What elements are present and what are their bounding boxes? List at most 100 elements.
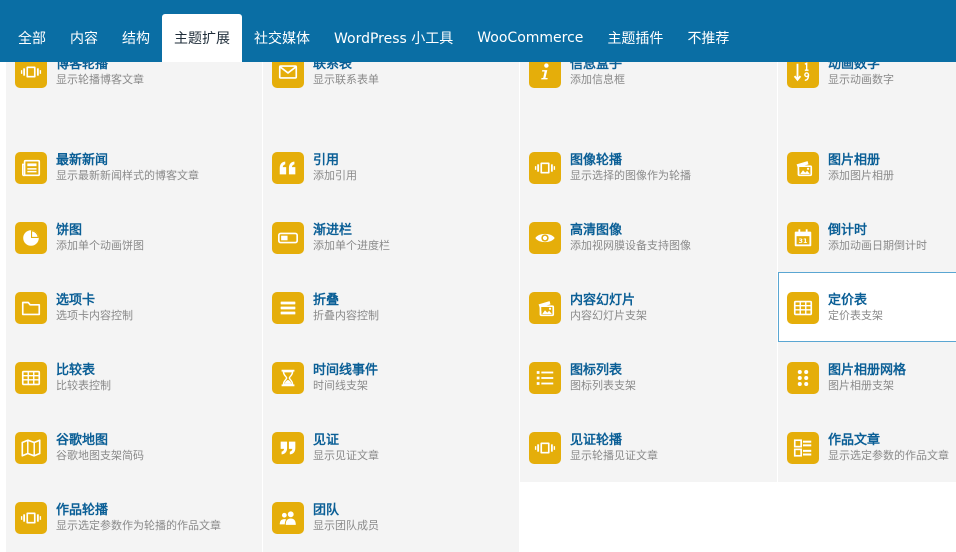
- widget-title: 图像轮播: [570, 153, 623, 168]
- carousel-icon: [529, 152, 561, 184]
- widget-description: 显示轮播博客文章: [56, 73, 144, 86]
- widget-tile-6[interactable]: 引用 添加引用: [263, 132, 519, 202]
- widget-description: 显示选定参数作为轮播的作品文章: [56, 519, 221, 532]
- widget-tile-21[interactable]: 谷歌地图 谷歌地图支架简码: [6, 412, 262, 482]
- widget-description: 显示选择的图像作为轮播: [570, 169, 691, 182]
- widget-description: 比较表控制: [56, 379, 111, 392]
- widget-title: 饼图: [56, 223, 83, 238]
- widget-tile-26[interactable]: 团队 显示团队成员: [263, 482, 519, 552]
- tab-theme-extensions[interactable]: 主题扩展: [162, 14, 242, 62]
- widget-description: 显示见证文章: [313, 449, 379, 462]
- widget-description: 显示联系表单: [313, 73, 379, 86]
- widget-description: 显示选定参数的作品文章: [828, 449, 949, 462]
- widget-description: 添加单个进度栏: [313, 239, 390, 252]
- widget-title: 定价表: [828, 293, 868, 308]
- carousel-icon: [15, 502, 47, 534]
- widget-description: 显示轮播见证文章: [570, 449, 658, 462]
- widget-title: 比较表: [56, 363, 96, 378]
- photo-gallery-icon: [787, 152, 819, 184]
- widget-title: 高清图像: [570, 223, 623, 238]
- widget-tile-22[interactable]: 见证 显示见证文章: [263, 412, 519, 482]
- widget-description: 添加视网膜设备支持图像: [570, 239, 691, 252]
- widget-tile-13[interactable]: 选项卡 选项卡内容控制: [6, 272, 262, 342]
- widget-title: 最新新闻: [56, 153, 109, 168]
- widget-description: 显示团队成员: [313, 519, 379, 532]
- photo-gallery-icon: [529, 292, 561, 324]
- widget-tile-16[interactable]: 定价表 定价表支架: [778, 272, 956, 342]
- widget-tile-18[interactable]: 时间线事件 时间线支架: [263, 342, 519, 412]
- widget-tile-20[interactable]: 图片相册网格 图片相册支架: [778, 342, 956, 412]
- carousel-icon: [15, 62, 47, 88]
- widget-description: 添加引用: [313, 169, 357, 182]
- widget-tile-14[interactable]: 折叠 折叠内容控制: [263, 272, 519, 342]
- envelope-icon: [272, 62, 304, 88]
- widget-title: 内容幻灯片: [570, 293, 636, 308]
- widget-tile-1[interactable]: 博客轮播 显示轮播博客文章: [6, 62, 262, 132]
- tab-social-media[interactable]: 社交媒体: [242, 14, 322, 62]
- widget-grid: 博客轮播 显示轮播博客文章 联系表 显示联系表单 信息盒子 添加信息框 动画数字 显示动画数字…: [6, 62, 956, 552]
- widget-tile-10[interactable]: 渐进栏 添加单个进度栏: [263, 202, 519, 272]
- widget-title: 见证: [313, 433, 340, 448]
- info-icon: [529, 62, 561, 88]
- widget-tile-19[interactable]: 图标列表 图标列表支架: [520, 342, 777, 412]
- widget-title: 见证轮播: [570, 433, 623, 448]
- empty-cell: [778, 482, 956, 552]
- folder-icon: [15, 292, 47, 324]
- widget-tile-25[interactable]: 作品轮播 显示选定参数作为轮播的作品文章: [6, 482, 262, 552]
- tab-theme-plugins[interactable]: 主题插件: [595, 14, 675, 62]
- widget-tile-24[interactable]: 作品文章 显示选定参数的作品文章: [778, 412, 956, 482]
- widget-title: 作品文章: [828, 433, 881, 448]
- widget-title: 时间线事件: [313, 363, 379, 378]
- widget-title: 图片相册: [828, 153, 881, 168]
- dots-grid-icon: [787, 362, 819, 394]
- widget-title: 作品轮播: [56, 503, 109, 518]
- widget-description: 添加信息框: [570, 73, 625, 86]
- widget-title: 渐进栏: [313, 223, 353, 238]
- widget-tile-11[interactable]: 高清图像 添加视网膜设备支持图像: [520, 202, 777, 272]
- widget-tile-12[interactable]: 31 倒计时 添加动画日期倒计时: [778, 202, 956, 272]
- category-tabs: 全部 内容 结构 主题扩展 社交媒体 WordPress 小工具 WooComm…: [6, 0, 741, 62]
- widget-description: 添加图片相册: [828, 169, 894, 182]
- hourglass-icon: [272, 362, 304, 394]
- widget-description: 添加单个动画饼图: [56, 239, 144, 252]
- calendar-icon: 31: [787, 222, 819, 254]
- tab-structure[interactable]: 结构: [110, 14, 162, 62]
- widget-tile-9[interactable]: 饼图 添加单个动画饼图: [6, 202, 262, 272]
- widget-tile-7[interactable]: 图像轮播 显示选择的图像作为轮播: [520, 132, 777, 202]
- widget-title: 图标列表: [570, 363, 623, 378]
- widget-description: 谷歌地图支架简码: [56, 449, 144, 462]
- widget-description: 添加动画日期倒计时: [828, 239, 927, 252]
- carousel-icon: [529, 432, 561, 464]
- widget-tile-3[interactable]: 信息盒子 添加信息框: [520, 62, 777, 132]
- widget-description: 图标列表支架: [570, 379, 636, 392]
- widget-tile-2[interactable]: 联系表 显示联系表单: [263, 62, 519, 132]
- tab-deprecated[interactable]: 不推荐: [675, 14, 741, 62]
- pie-chart-icon: [15, 222, 47, 254]
- tab-content[interactable]: 内容: [58, 14, 110, 62]
- widget-title: 引用: [313, 153, 340, 168]
- widget-tile-17[interactable]: 比较表 比较表控制: [6, 342, 262, 412]
- newspaper-icon: [15, 152, 47, 184]
- sort-numeric-icon: [787, 62, 819, 88]
- widget-description: 显示动画数字: [828, 73, 894, 86]
- map-icon: [15, 432, 47, 464]
- widget-title: 折叠: [313, 293, 340, 308]
- table-icon: [15, 362, 47, 394]
- tab-woocommerce[interactable]: WooCommerce: [465, 14, 595, 62]
- users-icon: [272, 502, 304, 534]
- table-icon: [787, 292, 819, 324]
- portfolio-list-icon: [787, 432, 819, 464]
- widget-description: 选项卡内容控制: [56, 309, 133, 322]
- widget-description: 显示最新新闻样式的博客文章: [56, 169, 199, 182]
- tab-wordpress-widgets[interactable]: WordPress 小工具: [322, 14, 465, 62]
- widget-tile-23[interactable]: 见证轮播 显示轮播见证文章: [520, 412, 777, 482]
- widget-title: 选项卡: [56, 293, 96, 308]
- widget-tile-5[interactable]: 最新新闻 显示最新新闻样式的博客文章: [6, 132, 262, 202]
- empty-cell: [520, 482, 777, 552]
- widget-tile-8[interactable]: 图片相册 添加图片相册: [778, 132, 956, 202]
- tab-all[interactable]: 全部: [6, 14, 58, 62]
- widget-description: 内容幻灯片支架: [570, 309, 647, 322]
- widget-tile-15[interactable]: 内容幻灯片 内容幻灯片支架: [520, 272, 777, 342]
- progress-bar-icon: [272, 222, 304, 254]
- widget-tile-4[interactable]: 动画数字 显示动画数字: [778, 62, 956, 132]
